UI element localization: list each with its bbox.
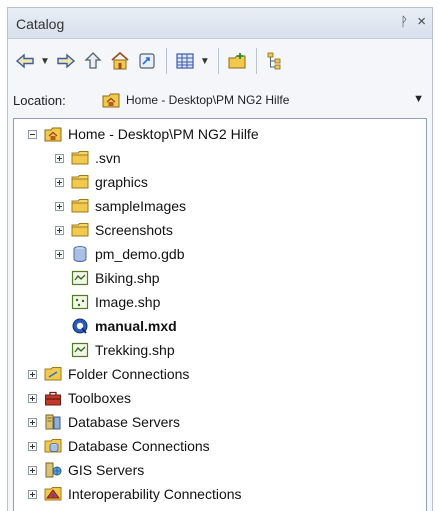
tree-item-label: sampleImages: [95, 198, 187, 214]
toolbar: ▼ ▼: [8, 39, 432, 83]
tree-item-database-servers[interactable]: Database Servers: [28, 411, 180, 433]
expand-icon[interactable]: [28, 369, 37, 379]
pin-icon[interactable]: ᚹ: [400, 14, 408, 29]
database-connection-icon: [44, 437, 62, 455]
tree-item-interoperability-connections[interactable]: Interoperability Connections: [28, 483, 242, 505]
collapse-icon[interactable]: [28, 129, 37, 139]
expand-icon[interactable]: [55, 201, 64, 211]
tree-item-trekking-shp[interactable]: Trekking.shp: [55, 339, 175, 361]
tree-item-folder-connections[interactable]: Folder Connections: [28, 363, 189, 385]
tree-item-biking-shp[interactable]: Biking.shp: [55, 267, 160, 289]
tree-item-database-connections[interactable]: Database Connections: [28, 435, 210, 457]
up-folder-icon[interactable]: [81, 49, 105, 73]
toolbox-icon: [44, 389, 62, 407]
tree-item-gis-servers[interactable]: GIS Servers: [28, 459, 144, 481]
line-shapefile-icon: [71, 269, 89, 287]
expand-icon[interactable]: [28, 393, 37, 403]
tree-item-graphics[interactable]: graphics: [55, 171, 148, 193]
tree-item-label: Biking.shp: [95, 270, 160, 286]
expand-icon[interactable]: [55, 249, 64, 259]
chevron-down-icon[interactable]: ▼: [413, 93, 424, 105]
geodatabase-icon: [71, 245, 89, 263]
window-title: Catalog: [16, 16, 65, 32]
tree-item-label: Image.shp: [95, 294, 161, 310]
catalog-window: Catalog ᚹ × ▼ ▼ Location: Home - Desktop…: [7, 7, 433, 511]
tree-item-label: Home - Desktop\PM NG2 Hilfe: [68, 126, 259, 142]
toolbar-separator: [255, 48, 257, 74]
tree-item-label: manual.mxd: [95, 318, 177, 334]
tree-item-label: graphics: [95, 174, 148, 190]
folder-icon: [71, 149, 89, 167]
connect-folder-icon[interactable]: [135, 49, 159, 73]
tree-item-pm-demo-gdb[interactable]: pm_demo.gdb: [55, 243, 185, 265]
folder-icon: [71, 221, 89, 239]
expand-icon[interactable]: [28, 417, 37, 427]
interoperability-icon: [44, 485, 62, 503]
tree-toggle-icon[interactable]: [263, 49, 287, 73]
tree-item-label: Interoperability Connections: [68, 486, 242, 502]
tree-item-label: Database Servers: [68, 414, 181, 430]
expand-icon[interactable]: [55, 177, 64, 187]
tree-item-label: GIS Servers: [68, 462, 145, 478]
back-dropdown-icon[interactable]: ▼: [40, 56, 50, 67]
point-shapefile-icon: [71, 293, 89, 311]
tree-item-label: .svn: [95, 150, 121, 166]
tree-item-label: pm_demo.gdb: [95, 246, 185, 262]
home-folder-icon[interactable]: [108, 49, 132, 73]
title-bar: Catalog ᚹ ×: [8, 8, 432, 39]
tree-item-manual-mxd[interactable]: manual.mxd: [55, 315, 177, 337]
expand-icon[interactable]: [55, 153, 64, 163]
tree-item-svn[interactable]: .svn: [55, 147, 121, 169]
line-shapefile-icon: [71, 341, 89, 359]
expand-icon[interactable]: [28, 489, 37, 499]
tree-item-sampleimages[interactable]: sampleImages: [55, 195, 186, 217]
close-icon[interactable]: ×: [417, 13, 426, 30]
catalog-tree: Home - Desktop\PM NG2 Hilfe .svn graphic…: [13, 118, 427, 511]
gis-server-icon: [44, 461, 62, 479]
toolbar-separator: [165, 48, 167, 74]
location-row: Location: Home - Desktop\PM NG2 Hilfe ▼: [8, 86, 432, 114]
expand-icon[interactable]: [28, 441, 37, 451]
tree-item-label: Database Connections: [68, 438, 210, 454]
forward-arrow-icon[interactable]: [54, 49, 78, 73]
tree-item-label: Screenshots: [95, 222, 173, 238]
folder-icon: [71, 173, 89, 191]
tree-item-screenshots[interactable]: Screenshots: [55, 219, 173, 241]
tree-root-node[interactable]: Home - Desktop\PM NG2 Hilfe: [28, 123, 259, 145]
map-document-icon: [71, 317, 89, 335]
tree-item-toolboxes[interactable]: Toolboxes: [28, 387, 131, 409]
home-folder-icon: [102, 91, 120, 109]
home-folder-icon: [44, 125, 62, 143]
expand-icon[interactable]: [28, 465, 37, 475]
tree-item-label: Folder Connections: [68, 366, 190, 382]
new-folder-icon[interactable]: [225, 49, 249, 73]
tree-item-image-shp[interactable]: Image.shp: [55, 291, 160, 313]
location-label: Location:: [13, 92, 66, 108]
folder-icon: [71, 197, 89, 215]
back-arrow-icon[interactable]: [13, 49, 37, 73]
tree-item-label: Toolboxes: [68, 390, 132, 406]
folder-connection-icon: [44, 365, 62, 383]
location-value: Home - Desktop\PM NG2 Hilfe: [126, 93, 290, 107]
view-grid-icon[interactable]: [173, 49, 197, 73]
view-dropdown-icon[interactable]: ▼: [200, 56, 210, 67]
toolbar-separator: [217, 48, 219, 74]
location-combobox[interactable]: Home - Desktop\PM NG2 Hilfe ▼: [88, 88, 428, 112]
expand-icon[interactable]: [55, 225, 64, 235]
tree-item-label: Trekking.shp: [95, 342, 175, 358]
database-server-icon: [44, 413, 62, 431]
